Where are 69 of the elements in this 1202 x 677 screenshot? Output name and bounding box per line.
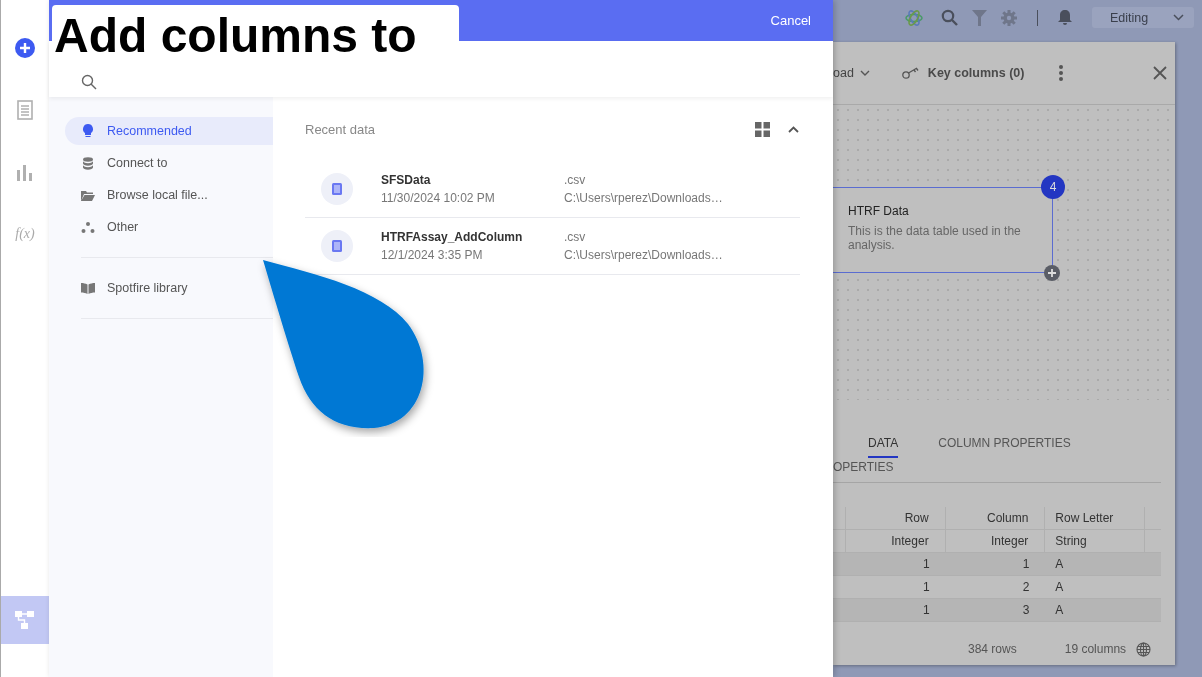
- file-name: SFSData: [381, 173, 432, 187]
- table-cell-text: 1: [1021, 556, 1031, 573]
- key-icon: [901, 67, 920, 79]
- node-title: HTRF Data: [848, 204, 910, 218]
- table-cell-text: A: [1054, 579, 1065, 596]
- row-count: 384 rows: [968, 642, 1017, 656]
- nav-item[interactable]: Connect to: [65, 149, 273, 177]
- flow-icon: [14, 610, 36, 630]
- file-icon: [321, 230, 353, 262]
- table-cell-text: 1: [921, 556, 931, 573]
- file-icon: [321, 173, 353, 205]
- nav-item[interactable]: Recommended: [65, 117, 273, 145]
- table-cell-text: A: [1054, 602, 1065, 619]
- nav-item[interactable]: Browse local file...: [65, 181, 273, 209]
- node-badge: 4: [1041, 175, 1065, 199]
- library-link[interactable]: Spotfire library: [65, 274, 273, 302]
- file-path: C:\Users\rperez\Downloads…: [564, 248, 723, 262]
- section-title: Recent data: [305, 121, 377, 137]
- bell-icon[interactable]: [1058, 9, 1072, 26]
- book-icon: [81, 282, 95, 294]
- column-type: Integer: [845, 530, 946, 552]
- table-cell-text: 2: [1021, 579, 1031, 596]
- database-icon: [81, 156, 95, 170]
- atom-icon[interactable]: [905, 8, 923, 27]
- file-type: .csv: [564, 230, 587, 244]
- recent-file-row[interactable]: SFSData 11/30/2024 10:02 PM .csv C:\Users\rperez\Downloads…: [305, 161, 800, 218]
- tab[interactable]: COLUMN PROPERTIES: [938, 430, 1071, 458]
- tab[interactable]: OPERTIES: [833, 458, 1161, 483]
- column-header[interactable]: Row: [845, 507, 946, 529]
- table-cell-text: A: [1054, 556, 1065, 573]
- load-dropdown[interactable]: oad: [833, 66, 870, 80]
- column-count: 19 columns: [1064, 642, 1127, 656]
- file-type: .csv: [564, 173, 587, 187]
- node-description: This is the data table used in the analysis.: [848, 224, 1022, 252]
- document-icon: [17, 99, 33, 120]
- nav-item[interactable]: Other: [65, 213, 273, 241]
- column-type: String: [1045, 530, 1145, 552]
- add-icon: [15, 37, 35, 58]
- caret-icon: [1173, 14, 1184, 21]
- settings-icon[interactable]: [1001, 9, 1017, 26]
- dots-icon: [81, 221, 95, 233]
- add-icon[interactable]: [1044, 265, 1060, 281]
- close-icon[interactable]: [1153, 66, 1167, 80]
- lightbulb-icon: [81, 124, 95, 138]
- more-icon[interactable]: [1059, 65, 1063, 81]
- tab[interactable]: DATA: [868, 430, 899, 458]
- column-type: Integer: [945, 530, 1046, 552]
- table-cell-text: 1: [921, 602, 931, 619]
- key-columns-button[interactable]: Key columns (0): [901, 66, 1025, 80]
- file-date: 12/1/2024 3:35 PM: [381, 248, 484, 262]
- filter-icon[interactable]: [972, 9, 987, 26]
- file-name: HTRFAssay_AddColumn: [381, 230, 524, 244]
- file-date: 11/30/2024 10:02 PM: [381, 191, 496, 205]
- grid-view-icon[interactable]: [755, 121, 770, 137]
- table-cell-text: 3: [1021, 602, 1031, 619]
- search-icon: [81, 74, 97, 90]
- globe-icon[interactable]: [1136, 641, 1152, 657]
- cancel-button[interactable]: Cancel: [764, 12, 817, 29]
- file-path: C:\Users\rperez\Downloads…: [564, 191, 723, 205]
- collapse-icon[interactable]: [788, 125, 799, 133]
- table-cell-text: 1: [921, 579, 931, 596]
- caret-icon: [859, 70, 870, 76]
- column-header[interactable]: Column: [945, 507, 1046, 529]
- mode-dropdown[interactable]: Editing: [1092, 7, 1194, 28]
- column-header[interactable]: Row Letter: [1045, 507, 1145, 529]
- folder-icon: [81, 189, 95, 201]
- bar-chart-icon: [16, 162, 34, 181]
- search-icon[interactable]: [941, 9, 958, 26]
- recent-file-row[interactable]: HTRFAssay_AddColumn 12/1/2024 3:35 PM .csv C:\Users\rperez\Downloads…: [305, 218, 800, 275]
